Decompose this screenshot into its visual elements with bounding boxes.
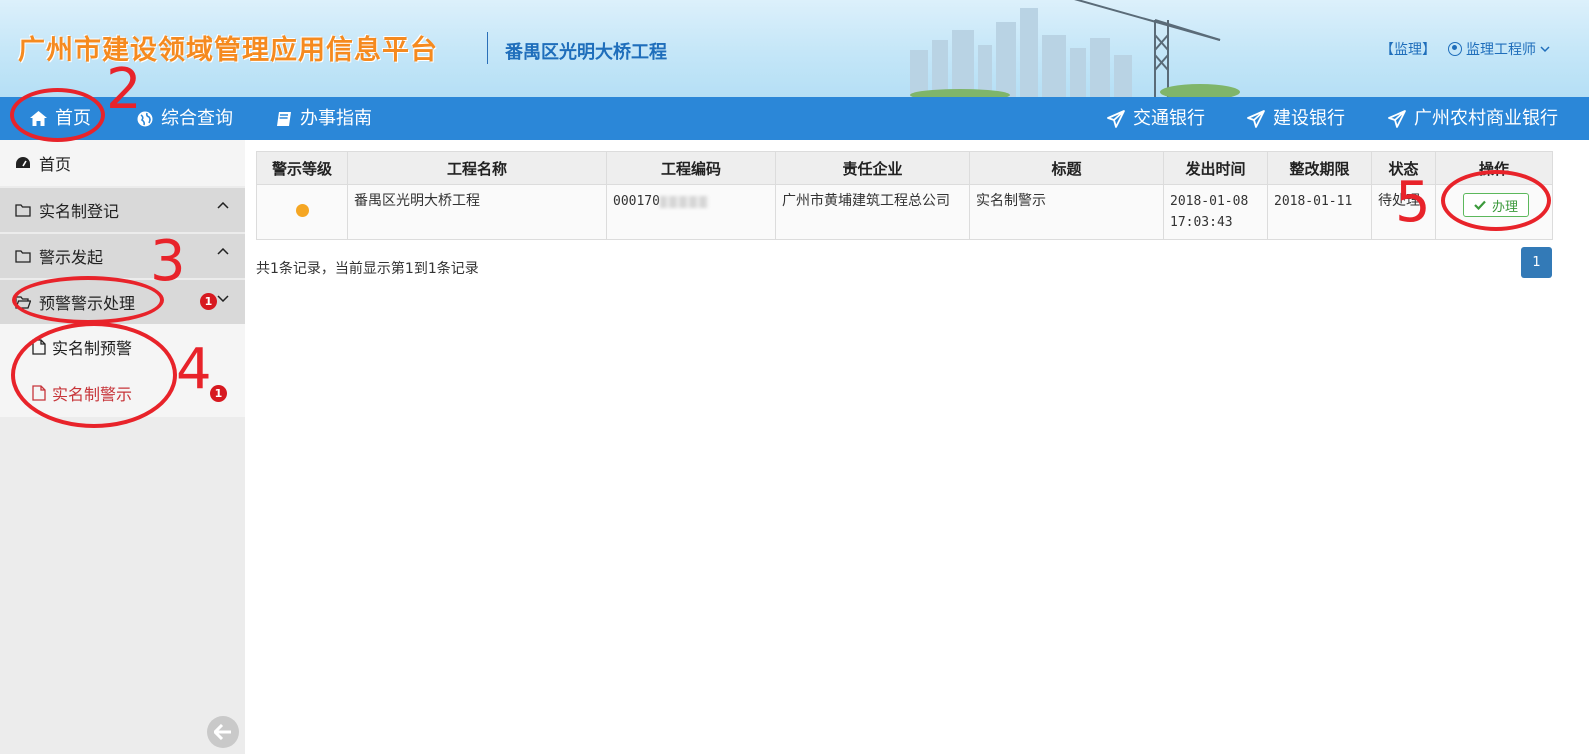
- user-icon: [1448, 42, 1462, 56]
- folder-icon: [15, 204, 31, 217]
- home-icon: [30, 111, 47, 126]
- sidebar-item-label: 预警警示处理: [39, 294, 136, 313]
- folder-open-icon: [15, 296, 31, 309]
- column-header[interactable]: 状态: [1371, 151, 1436, 185]
- sidebar-submenu: 实名制预警 实名制警示 1: [0, 324, 245, 417]
- city-skyline-illustration: [910, 0, 1240, 97]
- action-cell: 办理: [1435, 184, 1553, 240]
- status-cell: 待处理: [1371, 184, 1436, 240]
- notification-badge: 1: [200, 293, 217, 310]
- send-icon: [1107, 109, 1125, 128]
- user-menu[interactable]: 监理工程师: [1448, 39, 1550, 59]
- sidebar-item-warning-issue[interactable]: 警示发起: [0, 234, 245, 278]
- pagination-page-1[interactable]: 1: [1521, 247, 1552, 278]
- header-banner: 广州市建设领域管理应用信息平台 番禺区光明大桥工程 【监理】 监理工程师: [0, 0, 1589, 97]
- globe-icon: [137, 111, 153, 126]
- sidebar-item-label: 首页: [39, 155, 72, 174]
- project-name-cell: 番禺区光明大桥工程: [347, 184, 607, 240]
- nav-search-label: 综合查询: [161, 108, 233, 129]
- nav-ccb-label: 建设银行: [1273, 108, 1345, 129]
- sidebar-item-label: 实名制登记: [39, 202, 120, 221]
- table-row[interactable]: 番禺区光明大桥工程 000170 广州市黄埔建筑工程总公司 实名制警示 2018…: [256, 184, 1553, 240]
- sidebar-subitem-prewarning[interactable]: 实名制预警: [0, 324, 245, 370]
- column-header[interactable]: 标题: [969, 151, 1164, 185]
- top-navbar: 首页 综合查询 办事指南 交通银行 建设银行 广州农村商业银行: [0, 97, 1589, 140]
- book-icon: [277, 111, 291, 126]
- dashboard-icon: [16, 157, 30, 168]
- sidebar-item-label: 实名制预警: [52, 339, 133, 358]
- column-header[interactable]: 工程编码: [606, 151, 776, 185]
- platform-title: 广州市建设领域管理应用信息平台: [18, 35, 438, 66]
- column-header: 操作: [1435, 151, 1553, 185]
- sidebar: 首页 实名制登记 警示发起 预警警示处理 1 实名制预警 实名制警示 1: [0, 140, 245, 754]
- issued-time-cell: 2018-01-08 17:03:43: [1163, 184, 1268, 240]
- column-header[interactable]: 整改期限: [1267, 151, 1372, 185]
- warning-level-dot: [295, 204, 309, 217]
- sidebar-item-label: 实名制警示: [52, 385, 133, 404]
- sidebar-item-warning-handling[interactable]: 预警警示处理 1: [0, 280, 245, 324]
- nav-guide-label: 办事指南: [300, 108, 372, 129]
- nav-home[interactable]: 首页: [30, 97, 91, 140]
- project-code: 000170: [613, 194, 660, 209]
- sidebar-item-home[interactable]: 首页: [0, 140, 245, 186]
- user-role-label: 【监理】: [1380, 42, 1436, 58]
- nav-grcb-label: 广州农村商业银行: [1414, 108, 1558, 129]
- table-header-row: 警示等级 工程名称 工程编码 责任企业 标题 发出时间 整改期限 状态 操作: [256, 151, 1553, 185]
- column-header[interactable]: 发出时间: [1163, 151, 1268, 185]
- send-icon: [1388, 109, 1406, 128]
- file-icon: [32, 339, 46, 355]
- handle-button[interactable]: 办理: [1463, 193, 1530, 217]
- company-cell: 广州市黄埔建筑工程总公司: [775, 184, 970, 240]
- title-cell: 实名制警示: [969, 184, 1164, 240]
- warning-table: 警示等级 工程名称 工程编码 责任企业 标题 发出时间 整改期限 状态 操作 番…: [256, 151, 1553, 240]
- column-header[interactable]: 责任企业: [775, 151, 970, 185]
- column-header[interactable]: 警示等级: [256, 151, 348, 185]
- nav-home-label: 首页: [55, 108, 91, 129]
- send-icon: [1247, 109, 1265, 128]
- project-code-cell: 000170: [606, 184, 776, 240]
- chevron-down-icon: [1540, 46, 1550, 53]
- column-header[interactable]: 工程名称: [347, 151, 607, 185]
- sidebar-collapse-button[interactable]: [207, 716, 239, 748]
- record-summary: 共1条记录，当前显示第1到1条记录: [256, 261, 479, 277]
- sidebar-item-registration[interactable]: 实名制登记: [0, 188, 245, 232]
- warning-level-cell: [256, 184, 348, 240]
- user-name: 监理工程师: [1466, 42, 1536, 58]
- sidebar-item-label: 警示发起: [39, 248, 104, 267]
- main-content: 警示等级 工程名称 工程编码 责任企业 标题 发出时间 整改期限 状态 操作 番…: [256, 151, 1553, 278]
- nav-grcb[interactable]: 广州农村商业银行: [1388, 97, 1558, 140]
- redacted-code: [659, 195, 708, 208]
- file-icon: [32, 385, 46, 401]
- handle-button-label: 办理: [1492, 199, 1519, 215]
- title-divider: [487, 32, 488, 64]
- nav-bocom-label: 交通银行: [1133, 108, 1205, 129]
- sidebar-subitem-warning[interactable]: 实名制警示 1: [0, 370, 245, 416]
- notification-badge: 1: [210, 385, 227, 402]
- nav-ccb[interactable]: 建设银行: [1247, 97, 1345, 140]
- project-title: 番禺区光明大桥工程: [505, 42, 667, 63]
- chevron-up-icon: [217, 248, 229, 255]
- nav-search[interactable]: 综合查询: [137, 97, 233, 140]
- chevron-down-icon: [217, 295, 229, 302]
- nav-bocom[interactable]: 交通银行: [1107, 97, 1205, 140]
- check-icon: [1474, 200, 1486, 210]
- folder-icon: [15, 250, 31, 263]
- deadline-cell: 2018-01-11: [1267, 184, 1372, 240]
- arrow-left-icon: [214, 724, 231, 740]
- chevron-up-icon: [217, 202, 229, 209]
- nav-guide[interactable]: 办事指南: [276, 97, 372, 140]
